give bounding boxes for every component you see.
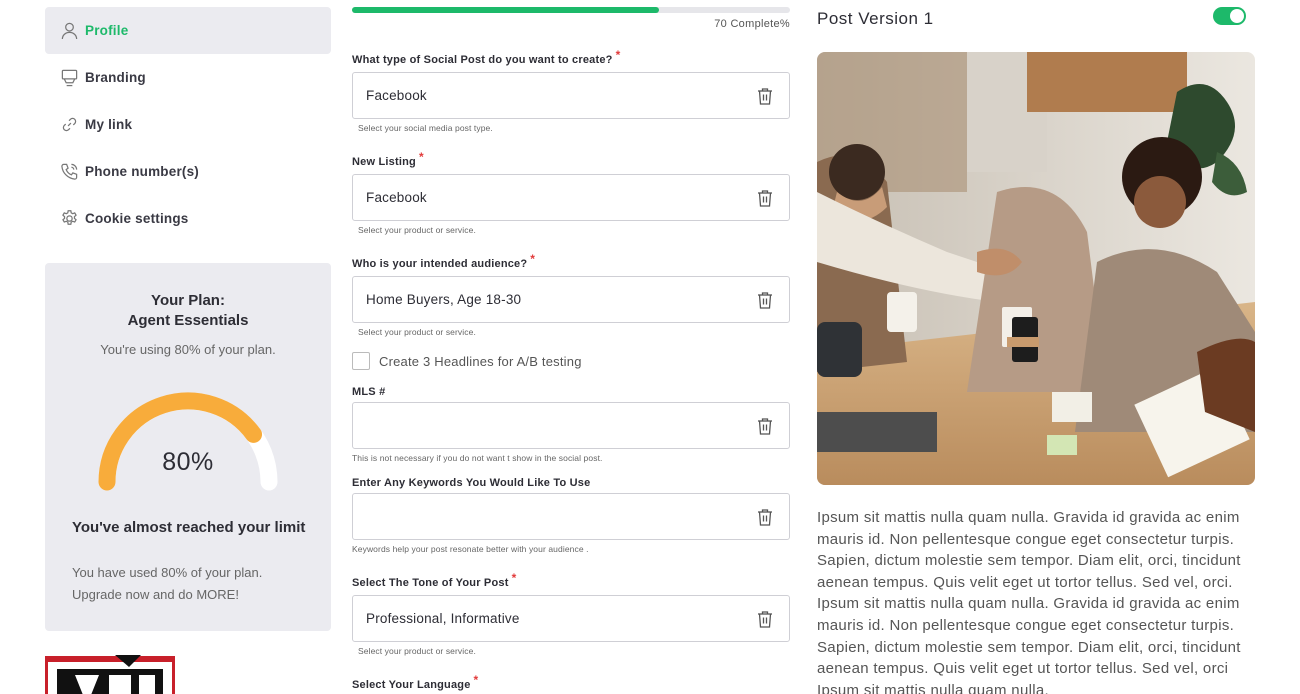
sidebar-item-branding[interactable]: Branding [45, 54, 331, 101]
required-mark: * [473, 673, 479, 687]
sidebar-item-label: Profile [85, 23, 129, 38]
toggle-knob [1230, 9, 1244, 23]
tone-select[interactable]: Professional, Informative [352, 595, 790, 642]
new-listing-select[interactable]: Facebook [352, 174, 790, 221]
field-label-audience: Who is your intended audience? * [352, 252, 535, 270]
usage-gauge [98, 392, 278, 491]
sidebar-menu: Profile Branding My link Phone number(s)… [45, 7, 331, 242]
limit-line: You have used 80% of your plan. [72, 565, 263, 580]
sidebar-item-label: Cookie settings [85, 211, 189, 226]
preview-body-text: Ipsum sit mattis nulla quam nulla. Gravi… [817, 509, 1241, 694]
plan-card: Your Plan: Agent Essentials You're using… [45, 263, 331, 631]
field-help-text: Keywords help your post resonate better … [352, 544, 589, 554]
sidebar-item-cookie-settings[interactable]: Cookie settings [45, 195, 331, 242]
trash-icon[interactable] [755, 86, 775, 106]
field-label-text: Select Your Language [352, 679, 471, 691]
preview-toggle[interactable] [1213, 7, 1246, 25]
limit-text: You have used 80% of your plan. Upgrade … [72, 562, 312, 606]
required-mark: * [530, 252, 536, 266]
progress-bar [352, 7, 790, 13]
field-help-text: Select your product or service. [358, 225, 476, 235]
plan-name: Agent Essentials [127, 312, 249, 329]
trash-icon[interactable] [755, 188, 775, 208]
required-mark: * [418, 150, 424, 164]
field-help-text: Select your social media post type. [358, 123, 493, 133]
field-label-new-listing: New Listing * [352, 150, 424, 168]
field-label-text: What type of Social Post do you want to … [352, 54, 613, 66]
required-mark: * [615, 48, 621, 62]
field-label-text: New Listing [352, 156, 416, 168]
tone-value: Professional, Informative [366, 611, 520, 626]
sidebar-item-label: Phone number(s) [85, 164, 200, 179]
limit-line: Upgrade now and do MORE! [72, 587, 239, 602]
preview-title: Post Version 1 [817, 9, 934, 28]
ab-testing-checkbox[interactable] [352, 352, 370, 370]
user-icon [59, 21, 79, 41]
field-label-text: Select The Tone of Your Post [352, 577, 509, 589]
field-label-keywords: Enter Any Keywords You Would Like To Use [352, 477, 590, 489]
plan-title-line1: Your Plan: [151, 292, 225, 309]
trash-icon[interactable] [755, 507, 775, 527]
field-label-language: Select Your Language * [352, 673, 478, 691]
limit-title: You've almost reached your limit [72, 519, 306, 536]
phone-icon [59, 162, 79, 182]
new-listing-value: Facebook [366, 190, 427, 205]
audience-select[interactable]: Home Buyers, Age 18-30 [352, 276, 790, 323]
audience-value: Home Buyers, Age 18-30 [366, 292, 522, 307]
field-help-text: Select your product or service. [358, 327, 476, 337]
field-label-text: MLS # [352, 386, 386, 398]
mls-input[interactable] [352, 402, 790, 449]
sidebar-item-label: Branding [85, 70, 146, 85]
sidebar-item-my-link[interactable]: My link [45, 101, 331, 148]
field-label-mls: MLS # [352, 386, 385, 398]
progress-label: 70 Complete% [714, 18, 790, 30]
sidebar-item-label: My link [85, 117, 133, 132]
trash-icon[interactable] [755, 416, 775, 436]
sidebar-item-phone-numbers[interactable]: Phone number(s) [45, 148, 331, 195]
progress-fill [352, 7, 659, 13]
field-help-text: Select your product or service. [358, 646, 476, 656]
post-type-select[interactable]: Facebook [352, 72, 790, 119]
link-icon [59, 115, 79, 135]
monitor-icon [59, 68, 79, 88]
ab-testing-label: Create 3 Headlines for A/B testing [379, 353, 582, 369]
gear-icon [59, 209, 79, 229]
field-label-post-type: What type of Social Post do you want to … [352, 48, 620, 66]
post-image [817, 52, 1255, 485]
trash-icon[interactable] [755, 609, 775, 629]
field-label-tone: Select The Tone of Your Post * [352, 571, 516, 589]
brand-logo [45, 655, 175, 694]
sidebar-item-profile[interactable]: Profile [45, 7, 331, 54]
required-mark: * [511, 571, 517, 585]
plan-usage-text: You're using 80% of your plan. [100, 342, 276, 357]
field-label-text: Who is your intended audience? [352, 258, 528, 270]
keywords-input[interactable] [352, 493, 790, 540]
plan-title: Your Plan: Agent Essentials [45, 291, 331, 331]
gauge-value: 80% [162, 448, 214, 476]
ab-testing-option: Create 3 Headlines for A/B testing [352, 352, 582, 370]
field-help-text: This is not necessary if you do not want… [352, 453, 603, 463]
post-type-value: Facebook [366, 88, 427, 103]
trash-icon[interactable] [755, 290, 775, 310]
field-label-text: Enter Any Keywords You Would Like To Use [352, 477, 591, 489]
